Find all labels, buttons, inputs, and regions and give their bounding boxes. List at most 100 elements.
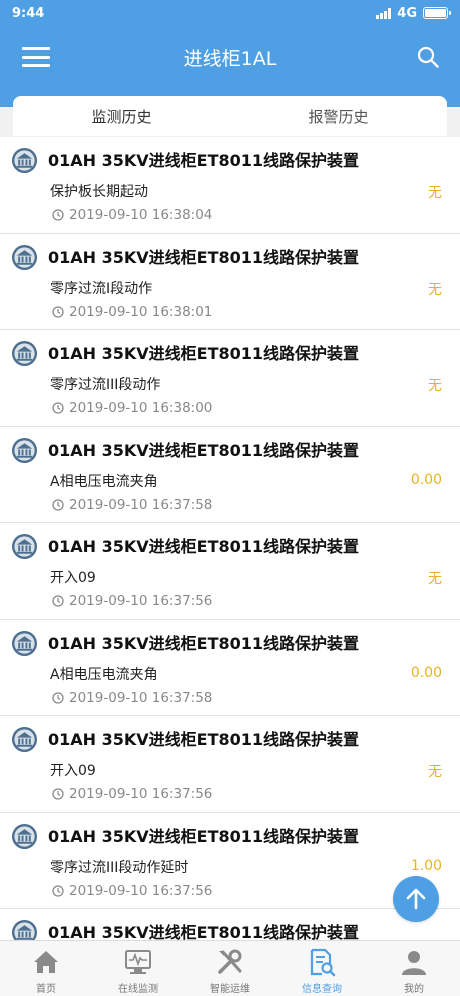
nav-bar: 进线柜1AL: [0, 26, 460, 88]
record-timestamp: 2019-09-10 16:37:58: [69, 689, 213, 706]
menu-icon-bar: [22, 55, 50, 59]
record-timestamp: 2019-09-10 16:38:04: [69, 207, 213, 223]
status-time: 9:44: [12, 5, 45, 21]
list-item[interactable]: 01AH 35KV进线柜ET8011线路保护装置 A相电压电流夹角 0.00 2019…: [0, 619, 460, 716]
battery-icon: [423, 7, 451, 19]
network-label: 4G: [397, 5, 417, 21]
record-timestamp: 2019-09-10 16:37:56: [69, 786, 213, 802]
device-icon: [11, 823, 38, 850]
record-time: 2019-09-10 16:37:56: [52, 593, 212, 609]
status-indicators: 4G: [376, 5, 451, 21]
device-icon: [11, 340, 38, 367]
list-item[interactable]: 01AH 35KV进线柜ET8011线路保护装置 开入09 无 2019-09-10 …: [0, 716, 460, 813]
record-list: 01AH 35KV进线柜ET8011线路保护装置 保护板长期起动无 2019-09-…: [0, 137, 460, 996]
clock-icon: [52, 691, 64, 704]
list-item[interactable]: 01AH 35KV进线柜ET8011线路保护装置 零序过流I段动作 无 2019-09…: [0, 233, 460, 330]
search-icon[interactable]: [416, 45, 440, 69]
record-timestamp: 2019-09-10 16:37:58: [69, 496, 213, 513]
record-time: 2019-09-10 16:38:01: [52, 304, 212, 320]
record-title: 01AH 35KV进线柜ET8011线路保护装置: [48, 537, 360, 556]
record-time: 2019-09-10 16:38:04: [52, 207, 212, 223]
menu-icon-bar: [22, 47, 50, 50]
record-timestamp: 2019-09-10 16:37:56: [69, 593, 213, 609]
page-title: 进线柜1AL: [183, 47, 277, 70]
record-title: 01AH 35KV进线柜ET8011线路保护装置: [48, 247, 360, 267]
record-title: 01AH 35KV进线柜ET8011线路保护装置: [48, 633, 360, 653]
record-description: 零序过流I段动作: [50, 280, 153, 297]
status-bar: 9:44 4G: [0, 0, 460, 26]
nav-smart-maintenance[interactable]: 智能运维: [184, 941, 276, 996]
record-value: 无: [428, 378, 442, 394]
list-item[interactable]: 01AH 35KV进线柜ET8011线路保护装置 零序过流III段动作 无 2019-…: [0, 330, 460, 427]
device-icon: [11, 630, 38, 657]
record-time: 2019-09-10 16:38:00: [52, 400, 212, 416]
history-tabs: 监测历史 报警历史: [13, 96, 447, 136]
list-item[interactable]: 01AH 35KV进线柜ET8011线路保护装置 零序过流III段动作延时 1.00…: [0, 812, 460, 909]
record-description: 保护板长期起动: [50, 184, 148, 200]
record-description: 零序过流III段动作延时: [50, 859, 189, 876]
device-icon: [11, 726, 38, 753]
device-icon: [11, 244, 38, 271]
clock-icon: [52, 305, 64, 318]
signal-icon: [376, 7, 392, 19]
record-title: 01AH 35KV进线柜ET8011线路保护装置: [48, 826, 360, 846]
nav-label: 在线监测: [118, 984, 158, 995]
nav-label: 我的: [404, 984, 424, 995]
record-timestamp: 2019-09-10 16:37:56: [69, 882, 213, 899]
device-icon: [11, 533, 38, 560]
record-description: 开入09: [50, 763, 96, 779]
bottom-nav: 首页 在线监测 智能运维 信息查询 我的: [0, 940, 460, 996]
record-value: 无: [428, 185, 442, 201]
nav-info-query[interactable]: 信息查询: [276, 941, 368, 996]
list-item[interactable]: 01AH 35KV进线柜ET8011线路保护装置 保护板长期起动 无 2019-09-…: [0, 137, 460, 234]
scroll-top-button[interactable]: [393, 876, 439, 922]
menu-button[interactable]: [22, 47, 50, 67]
menu-icon-bar: [22, 64, 50, 67]
clock-icon: [52, 402, 64, 414]
list-item[interactable]: 01AH 35KV进线柜ET8011线路保护装置 A相电压电流夹角 0.00 2019…: [0, 426, 460, 523]
device-icon: [11, 437, 38, 464]
record-title: 01AH 35KV进线柜ET8011线路保护装置: [48, 730, 360, 749]
record-description: A相电压电流夹角: [50, 473, 158, 490]
nav-label: 首页: [36, 984, 56, 995]
clock-icon: [52, 788, 64, 800]
record-time: 2019-09-10 16:37:56: [52, 786, 212, 802]
clock-icon: [52, 884, 64, 897]
record-timestamp: 2019-09-10 16:38:00: [69, 400, 213, 416]
nav-mine[interactable]: 我的: [368, 941, 460, 996]
user-icon: [402, 951, 426, 975]
record-time: 2019-09-10 16:37:58: [52, 690, 212, 706]
record-value: 无: [428, 764, 442, 780]
tab-monitor-history[interactable]: 监测历史: [13, 96, 230, 136]
nav-home[interactable]: 首页: [0, 941, 92, 996]
nav-label: 智能运维: [210, 984, 250, 995]
monitor-icon: [125, 950, 151, 974]
device-icon: [11, 147, 38, 174]
record-title: 01AH 35KV进线柜ET8011线路保护装置: [48, 344, 360, 363]
record-value: 无: [428, 571, 442, 587]
record-value: 0.00: [410, 664, 442, 681]
tools-icon: [218, 949, 242, 974]
record-title: 01AH 35KV进线柜ET8011线路保护装置: [48, 440, 360, 460]
clock-icon: [52, 595, 64, 607]
app-header: 9:44 4G 进线柜1AL: [0, 0, 460, 107]
record-description: 零序过流III段动作: [50, 377, 161, 393]
nav-label: 信息查询: [302, 984, 342, 995]
record-description: 开入09: [50, 570, 96, 586]
document-search-icon: [310, 948, 336, 977]
clock-icon: [52, 498, 64, 511]
home-icon: [34, 951, 58, 973]
list-item[interactable]: 01AH 35KV进线柜ET8011线路保护装置 开入09 无 2019-09-10 …: [0, 523, 460, 620]
record-time: 2019-09-10 16:37:58: [52, 497, 212, 513]
record-time: 2019-09-10 16:37:56: [52, 883, 212, 899]
record-value: 无: [428, 281, 442, 298]
record-timestamp: 2019-09-10 16:38:01: [69, 303, 213, 320]
record-title: 01AH 35KV进线柜ET8011线路保护装置: [48, 151, 360, 170]
nav-online-monitor[interactable]: 在线监测: [92, 941, 184, 996]
record-value: 1.00: [410, 857, 442, 874]
record-description: A相电压电流夹角: [50, 666, 158, 683]
clock-icon: [52, 209, 64, 221]
arrow-up-icon: [406, 888, 426, 910]
record-value: 0.00: [410, 471, 442, 488]
tab-alarm-history[interactable]: 报警历史: [230, 96, 447, 136]
